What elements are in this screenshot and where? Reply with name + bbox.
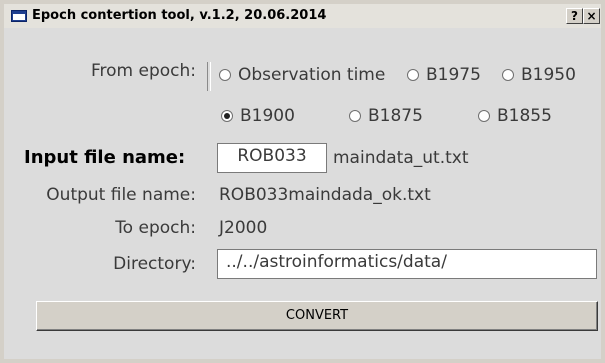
radio-circle[interactable] xyxy=(502,69,514,81)
help-button[interactable]: ? xyxy=(566,8,583,24)
radio-b1900[interactable]: B1900 xyxy=(221,106,295,126)
directory-label: Directory: xyxy=(113,254,196,274)
radio-b1950[interactable]: B1950 xyxy=(502,65,576,85)
convert-button[interactable]: CONVERT xyxy=(36,301,598,331)
to-epoch-value: J2000 xyxy=(219,218,268,238)
radio-label: Observation time xyxy=(238,65,386,85)
radio-b1855[interactable]: B1855 xyxy=(478,106,552,126)
radio-label: B1900 xyxy=(240,106,295,126)
close-button[interactable]: × xyxy=(583,8,600,24)
directory-input[interactable]: ../../astroinformatics/data/ xyxy=(217,249,597,279)
radio-observation-time[interactable]: Observation time xyxy=(219,65,385,85)
form-panel: From epoch: Observation time B1975 B1950… xyxy=(4,28,601,359)
window-icon xyxy=(11,10,27,22)
input-file-label: Input file name: xyxy=(24,147,186,168)
radio-circle[interactable] xyxy=(407,69,419,81)
radio-b1975[interactable]: B1975 xyxy=(407,65,481,85)
separator xyxy=(207,62,211,91)
input-file-field[interactable]: ROB033 xyxy=(217,143,327,173)
radio-b1875[interactable]: B1875 xyxy=(349,106,423,126)
title-bar: Epoch contertion tool, v.1.2, 20.06.2014… xyxy=(4,4,601,29)
radio-label: B1875 xyxy=(368,106,423,126)
from-epoch-label: From epoch: xyxy=(90,61,196,81)
window-title: Epoch contertion tool, v.1.2, 20.06.2014 xyxy=(32,8,327,23)
output-file-label: Output file name: xyxy=(46,185,196,205)
radio-circle[interactable] xyxy=(219,69,231,81)
radio-circle[interactable] xyxy=(349,110,361,122)
input-file-suffix: maindata_ut.txt xyxy=(333,148,469,168)
radio-circle[interactable] xyxy=(478,110,490,122)
to-epoch-label: To epoch: xyxy=(115,218,196,238)
radio-label: B1975 xyxy=(426,65,481,85)
epoch-tool-window: Epoch contertion tool, v.1.2, 20.06.2014… xyxy=(0,0,605,363)
radio-label: B1950 xyxy=(521,65,576,85)
output-file-value: ROB033maindada_ok.txt xyxy=(219,185,431,205)
radio-label: B1855 xyxy=(497,106,552,126)
radio-circle-selected[interactable] xyxy=(221,110,233,122)
